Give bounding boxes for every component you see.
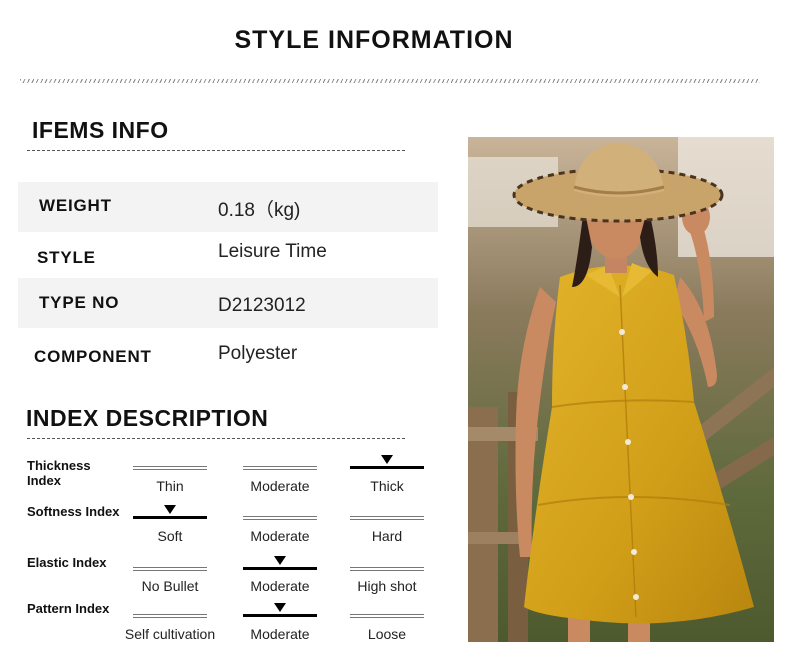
info-key: TYPE NO: [39, 293, 120, 312]
items-info-title: IFEMS INFO: [32, 117, 169, 143]
option-label: Thin: [156, 478, 184, 494]
option-label: Moderate: [250, 626, 310, 642]
scale-bar: [243, 567, 317, 570]
thickness-index-label: Thickness Index: [27, 458, 91, 488]
scale-bar: [243, 466, 317, 470]
info-row-type-no: TYPE NO D2123012: [18, 278, 438, 328]
option-label: No Bullet: [141, 578, 199, 594]
option-label: Loose: [367, 626, 407, 642]
index-description-divider: [27, 438, 405, 439]
info-key: WEIGHT: [39, 196, 112, 215]
info-value: Polyester: [218, 343, 298, 364]
scale-bar: [243, 614, 317, 617]
scale-bar: [133, 567, 207, 571]
selected-marker-icon: [274, 556, 286, 565]
items-info-divider: [27, 150, 405, 151]
page-title: STYLE INFORMATION: [234, 26, 514, 54]
selected-marker-icon: [274, 603, 286, 612]
selected-marker-icon: [164, 505, 176, 514]
selected-marker-icon: [381, 455, 393, 464]
scale-bar: [350, 466, 424, 469]
scale-bar: [350, 614, 424, 618]
model-illustration: [468, 137, 774, 642]
option-label: Soft: [157, 528, 183, 544]
option-label: Moderate: [250, 478, 310, 494]
info-value: 0.18（kg): [218, 200, 301, 221]
scale-bar: [350, 567, 424, 571]
scale-bar: [133, 466, 207, 470]
title-divider: [20, 79, 760, 83]
scale-bar: [133, 614, 207, 618]
info-row-weight: WEIGHT 0.18（kg): [18, 182, 438, 232]
scale-bar: [350, 516, 424, 520]
pattern-index-label: Pattern Index: [27, 601, 110, 616]
option-label: Thick: [370, 478, 404, 494]
option-label: Hard: [371, 528, 403, 544]
option-label: Self cultivation: [124, 626, 216, 642]
scale-bar: [243, 516, 317, 520]
option-label: Moderate: [250, 578, 310, 594]
info-value: Leisure Time: [218, 241, 327, 262]
info-value: D2123012: [218, 295, 306, 316]
product-photo: [468, 137, 774, 642]
info-row-component: COMPONENT Polyester: [18, 330, 438, 380]
option-label: High shot: [357, 578, 417, 594]
index-description-title: INDEX DESCRIPTION: [26, 405, 269, 431]
option-label: Moderate: [250, 528, 310, 544]
info-row-style: STYLE Leisure Time: [18, 232, 438, 282]
info-key: STYLE: [37, 248, 96, 267]
info-key: COMPONENT: [34, 347, 152, 366]
softness-index-label: Softness Index: [27, 504, 120, 519]
scale-bar: [133, 516, 207, 519]
elastic-index-label: Elastic Index: [27, 555, 107, 570]
